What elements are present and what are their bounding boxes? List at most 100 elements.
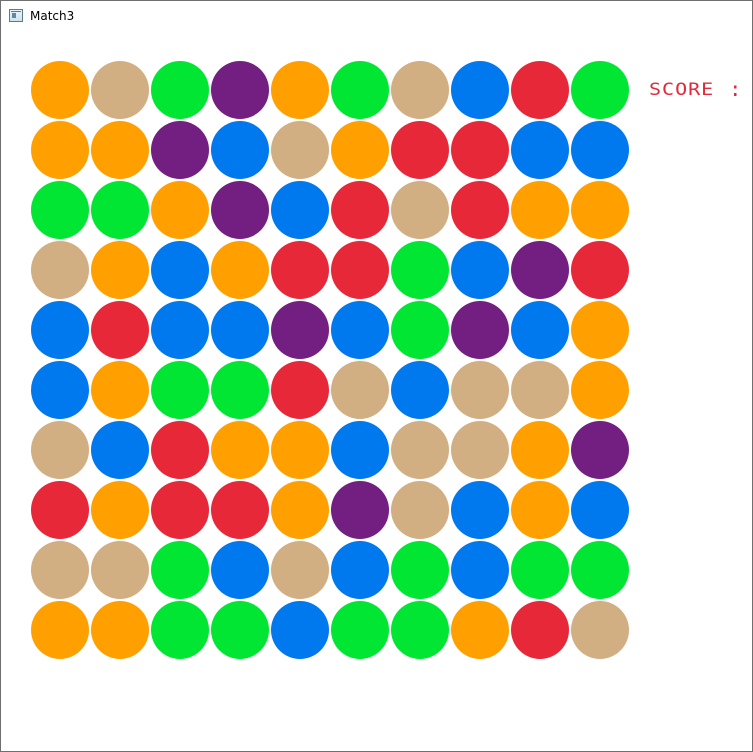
gem-red-r6-c2[interactable] bbox=[151, 421, 209, 479]
gem-orange-r9-c7[interactable] bbox=[451, 601, 509, 659]
gem-tan-r0-c6[interactable] bbox=[391, 61, 449, 119]
gem-green-r9-c5[interactable] bbox=[331, 601, 389, 659]
gem-blue-r8-c7[interactable] bbox=[451, 541, 509, 599]
gem-red-r7-c2[interactable] bbox=[151, 481, 209, 539]
gem-orange-r5-c9[interactable] bbox=[571, 361, 629, 419]
game-board[interactable] bbox=[31, 61, 631, 661]
gem-tan-r6-c7[interactable] bbox=[451, 421, 509, 479]
gem-green-r8-c6[interactable] bbox=[391, 541, 449, 599]
gem-orange-r1-c0[interactable] bbox=[31, 121, 89, 179]
gem-green-r2-c1[interactable] bbox=[91, 181, 149, 239]
gem-orange-r4-c9[interactable] bbox=[571, 301, 629, 359]
gem-tan-r3-c0[interactable] bbox=[31, 241, 89, 299]
gem-blue-r6-c1[interactable] bbox=[91, 421, 149, 479]
gem-green-r8-c8[interactable] bbox=[511, 541, 569, 599]
gem-blue-r3-c7[interactable] bbox=[451, 241, 509, 299]
gem-red-r7-c0[interactable] bbox=[31, 481, 89, 539]
gem-blue-r2-c4[interactable] bbox=[271, 181, 329, 239]
gem-purple-r2-c3[interactable] bbox=[211, 181, 269, 239]
gem-tan-r5-c5[interactable] bbox=[331, 361, 389, 419]
gem-orange-r7-c4[interactable] bbox=[271, 481, 329, 539]
gem-blue-r1-c8[interactable] bbox=[511, 121, 569, 179]
gem-tan-r8-c0[interactable] bbox=[31, 541, 89, 599]
gem-blue-r9-c4[interactable] bbox=[271, 601, 329, 659]
gem-green-r8-c2[interactable] bbox=[151, 541, 209, 599]
gem-orange-r0-c0[interactable] bbox=[31, 61, 89, 119]
gem-orange-r3-c3[interactable] bbox=[211, 241, 269, 299]
gem-orange-r1-c1[interactable] bbox=[91, 121, 149, 179]
gem-green-r5-c3[interactable] bbox=[211, 361, 269, 419]
gem-green-r9-c2[interactable] bbox=[151, 601, 209, 659]
gem-red-r3-c9[interactable] bbox=[571, 241, 629, 299]
gem-tan-r7-c6[interactable] bbox=[391, 481, 449, 539]
gem-red-r4-c1[interactable] bbox=[91, 301, 149, 359]
gem-orange-r2-c9[interactable] bbox=[571, 181, 629, 239]
gem-orange-r6-c3[interactable] bbox=[211, 421, 269, 479]
gem-orange-r5-c1[interactable] bbox=[91, 361, 149, 419]
gem-blue-r1-c9[interactable] bbox=[571, 121, 629, 179]
gem-red-r1-c7[interactable] bbox=[451, 121, 509, 179]
gem-tan-r5-c7[interactable] bbox=[451, 361, 509, 419]
gem-orange-r9-c0[interactable] bbox=[31, 601, 89, 659]
gem-blue-r4-c3[interactable] bbox=[211, 301, 269, 359]
gem-red-r3-c5[interactable] bbox=[331, 241, 389, 299]
gem-tan-r1-c4[interactable] bbox=[271, 121, 329, 179]
gem-tan-r8-c4[interactable] bbox=[271, 541, 329, 599]
gem-green-r9-c3[interactable] bbox=[211, 601, 269, 659]
gem-orange-r1-c5[interactable] bbox=[331, 121, 389, 179]
gem-orange-r9-c1[interactable] bbox=[91, 601, 149, 659]
gem-tan-r9-c9[interactable] bbox=[571, 601, 629, 659]
gem-green-r2-c0[interactable] bbox=[31, 181, 89, 239]
gem-orange-r2-c8[interactable] bbox=[511, 181, 569, 239]
gem-green-r3-c6[interactable] bbox=[391, 241, 449, 299]
gem-green-r8-c9[interactable] bbox=[571, 541, 629, 599]
gem-blue-r5-c0[interactable] bbox=[31, 361, 89, 419]
gem-red-r5-c4[interactable] bbox=[271, 361, 329, 419]
gem-tan-r5-c8[interactable] bbox=[511, 361, 569, 419]
gem-blue-r5-c6[interactable] bbox=[391, 361, 449, 419]
gem-purple-r3-c8[interactable] bbox=[511, 241, 569, 299]
gem-blue-r4-c2[interactable] bbox=[151, 301, 209, 359]
gem-red-r0-c8[interactable] bbox=[511, 61, 569, 119]
gem-purple-r6-c9[interactable] bbox=[571, 421, 629, 479]
gem-orange-r3-c1[interactable] bbox=[91, 241, 149, 299]
gem-tan-r6-c0[interactable] bbox=[31, 421, 89, 479]
gem-red-r2-c7[interactable] bbox=[451, 181, 509, 239]
gem-red-r7-c3[interactable] bbox=[211, 481, 269, 539]
gem-tan-r8-c1[interactable] bbox=[91, 541, 149, 599]
gem-green-r9-c6[interactable] bbox=[391, 601, 449, 659]
gem-purple-r4-c4[interactable] bbox=[271, 301, 329, 359]
gem-blue-r4-c0[interactable] bbox=[31, 301, 89, 359]
gem-orange-r2-c2[interactable] bbox=[151, 181, 209, 239]
gem-purple-r1-c2[interactable] bbox=[151, 121, 209, 179]
gem-blue-r8-c5[interactable] bbox=[331, 541, 389, 599]
gem-orange-r6-c8[interactable] bbox=[511, 421, 569, 479]
gem-tan-r6-c6[interactable] bbox=[391, 421, 449, 479]
gem-red-r2-c5[interactable] bbox=[331, 181, 389, 239]
gem-purple-r0-c3[interactable] bbox=[211, 61, 269, 119]
gem-red-r1-c6[interactable] bbox=[391, 121, 449, 179]
gem-blue-r3-c2[interactable] bbox=[151, 241, 209, 299]
gem-green-r4-c6[interactable] bbox=[391, 301, 449, 359]
gem-blue-r6-c5[interactable] bbox=[331, 421, 389, 479]
gem-blue-r7-c7[interactable] bbox=[451, 481, 509, 539]
gem-red-r9-c8[interactable] bbox=[511, 601, 569, 659]
gem-orange-r7-c1[interactable] bbox=[91, 481, 149, 539]
gem-orange-r0-c4[interactable] bbox=[271, 61, 329, 119]
gem-orange-r6-c4[interactable] bbox=[271, 421, 329, 479]
gem-green-r0-c2[interactable] bbox=[151, 61, 209, 119]
gem-tan-r0-c1[interactable] bbox=[91, 61, 149, 119]
gem-tan-r2-c6[interactable] bbox=[391, 181, 449, 239]
gem-blue-r8-c3[interactable] bbox=[211, 541, 269, 599]
gem-green-r5-c2[interactable] bbox=[151, 361, 209, 419]
gem-blue-r4-c5[interactable] bbox=[331, 301, 389, 359]
gem-orange-r7-c8[interactable] bbox=[511, 481, 569, 539]
gem-red-r3-c4[interactable] bbox=[271, 241, 329, 299]
gem-purple-r7-c5[interactable] bbox=[331, 481, 389, 539]
gem-green-r0-c9[interactable] bbox=[571, 61, 629, 119]
gem-blue-r4-c8[interactable] bbox=[511, 301, 569, 359]
gem-purple-r4-c7[interactable] bbox=[451, 301, 509, 359]
gem-green-r0-c5[interactable] bbox=[331, 61, 389, 119]
gem-blue-r0-c7[interactable] bbox=[451, 61, 509, 119]
title-bar[interactable]: Match3 bbox=[1, 0, 752, 30]
